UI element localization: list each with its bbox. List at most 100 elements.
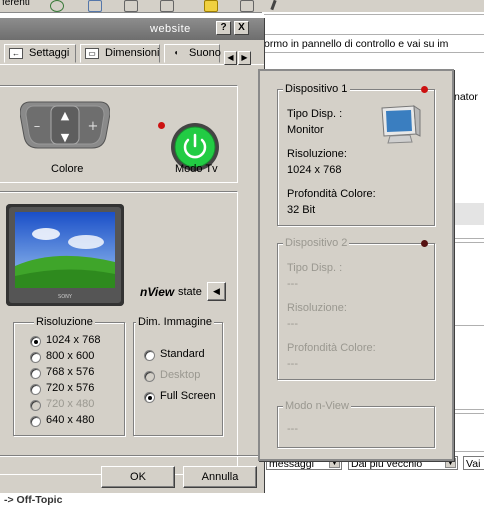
pen-icon[interactable] [270,0,277,11]
radio-label: Desktop [160,369,201,381]
res-640x480-radio[interactable]: 640 x 480 [30,414,150,430]
close-button[interactable]: X [234,21,249,35]
colore-label: Colore [51,163,84,175]
cancel-button[interactable]: Annulla [183,466,257,488]
svg-text:▼: ▼ [61,131,70,144]
svg-text:▲: ▲ [61,109,70,122]
device2-status-led [421,240,428,247]
device2-color-depth-value: --- [287,358,298,370]
offtopic-link[interactable]: -> Off-Topic [4,494,62,506]
radio-circle [30,400,41,411]
printer-icon[interactable] [124,0,138,12]
svg-text:–: – [34,119,41,134]
window-icon: ▭ [85,48,99,59]
risoluzione-title: Risoluzione [34,316,95,328]
color-adjust-control[interactable]: ▲ ▼ – + [19,98,111,152]
nview-mode-value: --- [287,423,298,435]
device-info-popup: Dispositivo 1 Tipo Disp. : Monitor Risol… [258,69,454,461]
device2-group: Dispositivo 2 Tipo Disp. : --- Risoluzio… [277,237,435,380]
radio-circle[interactable] [30,384,41,395]
svg-text:SONY: SONY [58,294,73,300]
device1-title: Dispositivo 1 [283,83,351,95]
tv-preview-image: SONY [6,204,124,306]
device1-status-led [421,86,428,93]
background-side-text: nator [454,91,478,103]
radio-circle[interactable] [30,352,41,363]
background-band [454,203,484,225]
go-button[interactable]: Vai [463,456,484,470]
device1-color-depth-value: 32 Bit [287,204,316,216]
edit-icon[interactable] [160,0,174,12]
device2-resolution-value: --- [287,318,298,330]
tab-label: Settaggi [29,47,70,59]
dialog-titlebar: website ? X [0,18,264,40]
monitor-icon [376,104,422,148]
nview-mode-title: Modo n-View [283,400,351,412]
radio-circle[interactable] [144,392,155,403]
device1-group: Dispositivo 1 Tipo Disp. : Monitor Risol… [277,83,435,226]
tab-suono[interactable]: ◖ Suono [164,44,221,63]
device2-color-depth-label: Profondità Colore: [287,342,376,354]
res-800x600-radio[interactable]: 800 x 600 [30,350,150,366]
ok-button[interactable]: OK [101,466,175,488]
tab-label: Dimensioni [105,47,160,59]
res-720x480-radio: 720 x 480 [30,398,150,414]
device1-type-value: Monitor [287,124,324,136]
risoluzione-group: Risoluzione 1024 x 768 800 x 600 768 x 5… [13,316,125,436]
device2-title: Dispositivo 2 [283,237,350,249]
divider [262,34,484,35]
speaker-icon: ◖ [173,48,179,57]
modo-tv-label: Modo Tv [175,163,218,175]
radio-circle[interactable] [30,368,41,379]
res-768x576-radio[interactable]: 768 x 576 [30,366,150,382]
help-button[interactable]: ? [216,21,231,35]
device1-type-label: Tipo Disp. : [287,108,343,120]
radio-label: 720 x 480 [46,398,95,410]
radio-label: 720 x 576 [46,382,95,394]
device2-resolution-label: Risoluzione: [287,302,347,314]
tab-scroll-right-button[interactable]: ▶ [238,51,251,65]
background-text: ormo in pannello di controllo e vai su i… [264,38,449,50]
radio-dot [148,396,152,400]
dialog-title: website [150,23,191,35]
document-icon[interactable] [240,0,254,12]
tab-scroll-left-button[interactable]: ◀ [224,51,237,65]
dim-immagine-group: Dim. Immagine Standard Desktop Full Scre… [133,316,223,436]
nview-state-label: state [178,286,202,298]
arrow-left-icon: ← [9,48,23,59]
top-toolbar-label: ferenti [2,0,30,8]
folder-icon[interactable] [204,0,218,12]
dim-fullscreen-radio[interactable]: Full Screen [144,390,264,406]
device2-type-value: --- [287,278,298,290]
nview-state-button[interactable]: ◀ [207,282,226,301]
svg-text:+: + [88,119,99,134]
divider [264,14,484,15]
divider [262,52,484,53]
dim-immagine-title: Dim. Immagine [136,316,214,328]
radio-circle [144,371,155,382]
tab-dimensioni[interactable]: ▭ Dimensioni [80,44,160,63]
radio-circle[interactable] [30,336,41,347]
res-720x576-radio[interactable]: 720 x 576 [30,382,150,398]
radio-label: 640 x 480 [46,414,95,426]
globe-icon[interactable] [50,0,64,12]
radio-label: Full Screen [160,390,216,402]
radio-label: 800 x 600 [46,350,95,362]
device1-resolution-label: Risoluzione: [287,148,347,160]
go-button-label: Vai [466,458,481,470]
divider [0,455,264,456]
device2-type-label: Tipo Disp. : [287,262,343,274]
radio-circle[interactable] [30,416,41,427]
dim-standard-radio[interactable]: Standard [144,348,264,364]
radio-circle[interactable] [144,350,155,361]
tab-label: Suono [189,47,221,59]
nview-mode-group: Modo n-View --- [277,400,435,448]
radio-label: 768 x 576 [46,366,95,378]
res-1024x768-radio[interactable]: 1024 x 768 [30,334,150,350]
mail-icon[interactable] [88,0,102,12]
radio-dot [34,340,38,344]
device1-color-depth-label: Profondità Colore: [287,188,376,200]
nview-brand: nView [140,285,175,299]
radio-label: Standard [160,348,205,360]
tab-settaggi[interactable]: ← Settaggi [4,44,76,63]
